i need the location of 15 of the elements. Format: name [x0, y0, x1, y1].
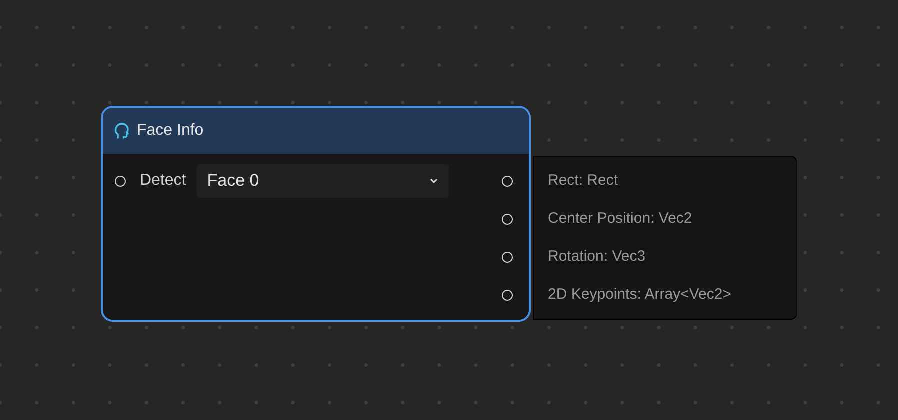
output-label: Rect: Rect: [548, 170, 620, 190]
output-label: Rotation: Vec3: [548, 246, 647, 266]
output-port[interactable]: [502, 214, 512, 224]
chevron-icon: [429, 178, 440, 184]
node-title: Face Info: [137, 122, 204, 140]
output-port[interactable]: [502, 252, 512, 262]
input-label: Detect: [140, 172, 186, 190]
input-port[interactable]: [115, 176, 126, 186]
output-label: Center Position: Vec2: [548, 208, 694, 228]
output-label: 2D Keypoints: Array<Vec2>: [548, 284, 732, 304]
output-port[interactable]: [502, 290, 512, 300]
head-icon: [113, 122, 131, 140]
output-port[interactable]: [502, 176, 512, 186]
node-card[interactable]: Face Info Detect Face 0: [101, 106, 531, 322]
face-dropdown[interactable]: Face 0: [197, 164, 450, 198]
